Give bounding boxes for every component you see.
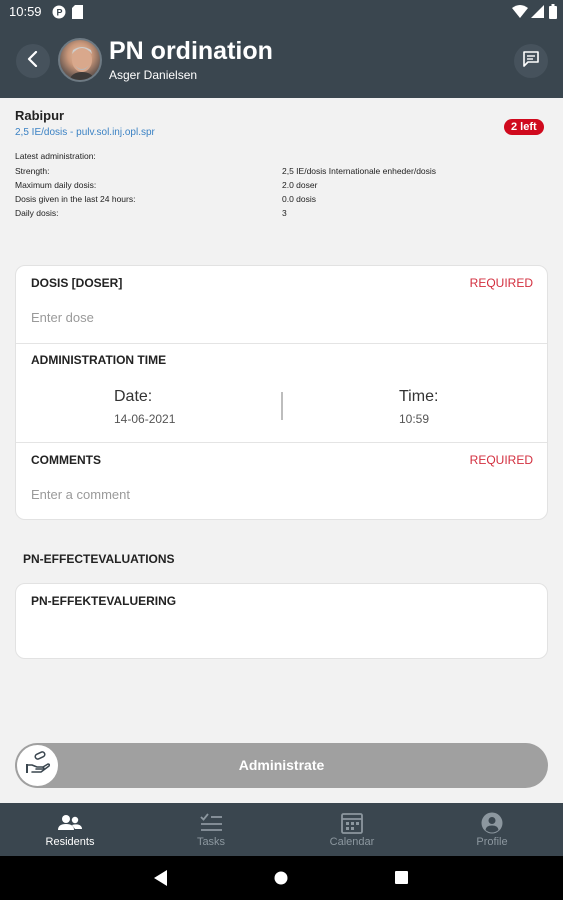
app-bar: PN ordination Asger Danielsen	[0, 24, 563, 98]
effect-evaluations-heading: PN-EFFECTEVALUATIONS	[23, 552, 175, 566]
system-navigation-bar	[0, 856, 563, 900]
info-value: 2,5 IE/dosis Internationale enheder/dosi…	[282, 166, 437, 176]
time-picker[interactable]: Time: 10:59	[392, 384, 492, 430]
status-bar: 10:59 P	[0, 0, 563, 24]
bottom-navigation: Residents Tasks Calendar Profile	[0, 803, 563, 856]
date-picker[interactable]: Date: 14-06-2021	[106, 384, 226, 430]
effect-evaluation-title: PN-EFFEKTEVALUERING	[31, 594, 177, 608]
sd-card-icon	[72, 5, 83, 22]
medication-info: Rabipur 2,5 IE/dosis - pulv.sol.inj.opl.…	[0, 98, 563, 248]
back-button[interactable]	[16, 44, 50, 78]
status-time: 10:59	[9, 4, 42, 19]
time-label: Time:	[399, 388, 439, 405]
remaining-doses-badge: 2 left	[504, 119, 544, 135]
administrate-label: Administrate	[238, 757, 325, 773]
back-triangle-icon[interactable]	[154, 870, 168, 891]
battery-icon	[549, 4, 557, 22]
info-label: Daily dosis:	[15, 208, 59, 218]
signal-icon	[531, 5, 544, 21]
profile-icon	[480, 812, 504, 834]
medication-name: Rabipur	[15, 108, 65, 123]
nav-label: Calendar	[329, 836, 375, 848]
resident-avatar	[58, 38, 102, 82]
info-value: 2.0 doser	[282, 180, 318, 190]
recents-square-icon[interactable]	[395, 871, 408, 889]
divider	[16, 442, 547, 443]
info-label: Dosis given in the last 24 hours:	[15, 194, 136, 204]
nav-tasks[interactable]: Tasks	[141, 803, 281, 856]
administrate-slider[interactable]: Administrate	[15, 743, 548, 788]
administration-form-card: DOSIS [DOSER] REQUIRED Enter dose ADMINI…	[15, 265, 548, 520]
info-label: Maximum daily dosis:	[15, 180, 97, 190]
info-value: 3	[282, 208, 287, 218]
page-title: PN ordination	[109, 37, 273, 65]
slider-handle[interactable]	[17, 745, 58, 786]
nav-profile[interactable]: Profile	[422, 803, 562, 856]
time-value: 10:59	[399, 412, 430, 426]
date-value: 14-06-2021	[114, 412, 176, 426]
comment-input[interactable]: Enter a comment	[31, 487, 531, 507]
date-time-separator	[281, 392, 283, 420]
hand-pill-icon	[25, 751, 51, 780]
divider	[16, 343, 547, 344]
nav-label: Residents	[45, 836, 95, 848]
calendar-icon	[340, 812, 364, 834]
info-value: 0.0 dosis	[282, 194, 317, 204]
tasks-icon	[199, 812, 223, 834]
date-label: Date:	[114, 388, 153, 405]
resident-name: Asger Danielsen	[109, 68, 198, 82]
dose-input[interactable]: Enter dose	[31, 310, 531, 330]
chat-icon	[522, 50, 540, 73]
dose-section-title: DOSIS [DOSER]	[31, 276, 123, 290]
nav-calendar[interactable]: Calendar	[282, 803, 422, 856]
info-label: Latest administration:	[15, 151, 96, 161]
dose-required-label: REQUIRED	[469, 276, 533, 290]
wifi-icon	[512, 5, 528, 21]
home-circle-icon[interactable]	[274, 871, 288, 890]
app-notification-icon: P	[52, 5, 66, 22]
comments-section-title: COMMENTS	[31, 453, 101, 467]
comments-required-label: REQUIRED	[469, 453, 533, 467]
administration-time-title: ADMINISTRATION TIME	[31, 353, 167, 367]
chevron-left-icon	[26, 50, 40, 72]
nav-label: Profile	[476, 836, 508, 848]
nav-residents[interactable]: Residents	[0, 803, 140, 856]
people-icon	[58, 812, 82, 834]
medication-dose-link[interactable]: 2,5 IE/dosis - pulv.sol.inj.opl.spr	[15, 127, 155, 138]
info-label: Strength:	[15, 166, 50, 176]
svg-text:P: P	[57, 8, 63, 18]
effect-evaluation-card[interactable]: PN-EFFEKTEVALUERING	[15, 583, 548, 659]
message-button[interactable]	[514, 44, 548, 78]
nav-label: Tasks	[196, 836, 226, 848]
